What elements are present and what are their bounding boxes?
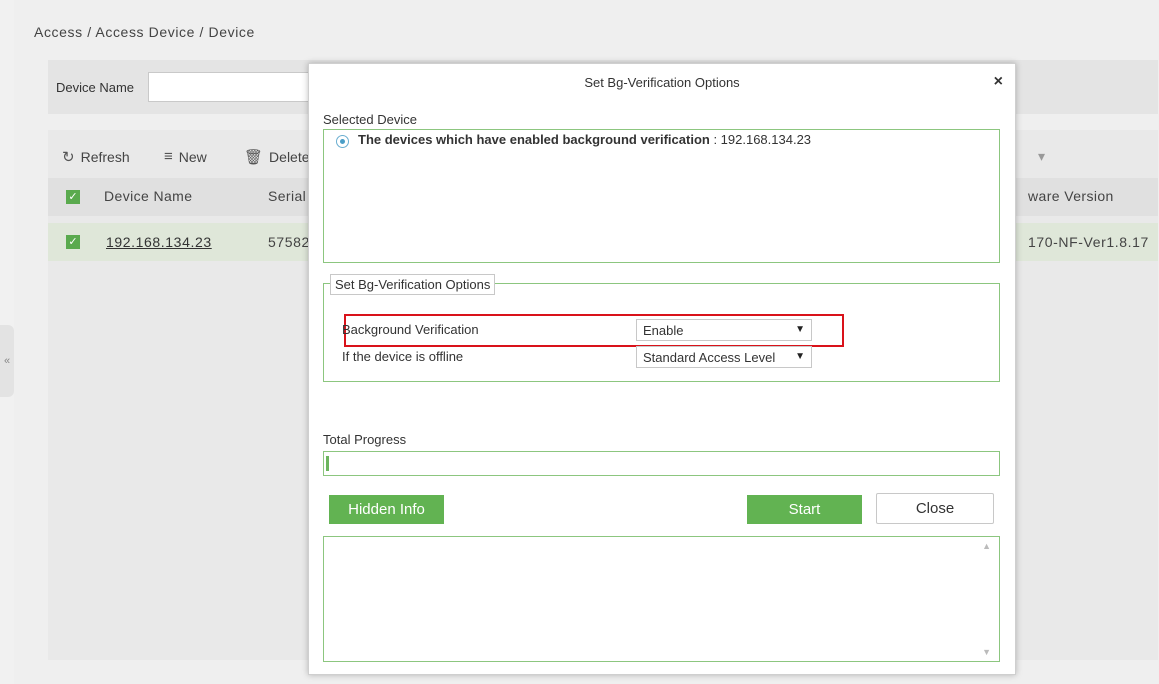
row-checkbox[interactable]: ✓ [66,235,80,249]
hidden-info-button[interactable]: Hidden Info [329,495,444,524]
device-name-search-input[interactable] [148,72,312,102]
background-verification-label: Background Verification [342,322,479,337]
background-verification-select[interactable]: Enable ▼ [636,319,812,341]
scroll-up-icon[interactable]: ▲ [982,541,991,551]
offline-select[interactable]: Standard Access Level ▼ [636,346,812,368]
column-firmware-version[interactable]: ware Version [1028,188,1114,204]
progress-fill [326,456,329,471]
total-progress-label: Total Progress [323,432,407,447]
new-button[interactable]: ≡ New [164,148,207,165]
dialog-title: Set Bg-Verification Options [584,75,740,90]
selected-device-ip: : 192.168.134.23 [709,132,812,147]
start-button[interactable]: Start [747,495,862,524]
selected-device-description: The devices which have enabled backgroun… [358,132,710,147]
select-all-checkbox[interactable]: ✓ [66,190,80,204]
search-label: Device Name [56,80,135,95]
options-fieldset: Set Bg-Verification Options Background V… [323,274,1000,382]
offline-label: If the device is offline [342,349,464,364]
total-progress-bar [323,451,1000,476]
collapse-sidebar-icon[interactable]: « [0,325,14,397]
set-bg-verification-dialog: Set Bg-Verification Options × Selected D… [308,63,1016,675]
breadcrumb: Access / Access Device / Device [34,24,255,40]
radio-selected-icon[interactable] [336,135,349,148]
refresh-label: Refresh [80,149,130,165]
new-label: New [178,148,207,165]
refresh-icon: ↻ [62,149,75,166]
caret-down-icon: ▼ [795,324,805,335]
selected-device-box: The devices which have enabled backgroun… [323,129,1000,263]
device-name-link[interactable]: 192.168.134.23 [106,234,212,250]
delete-label: Delete [269,149,310,165]
trash-icon: 🗑 [244,149,264,166]
offline-value: Standard Access Level [643,350,776,365]
new-icon: ≡ [164,148,173,165]
caret-down-icon: ▼ [795,351,805,362]
column-device-name[interactable]: Device Name [104,188,192,204]
firmware-version-cell: 170-NF-Ver1.8.17 [1028,234,1149,250]
close-icon[interactable]: × [994,73,1003,91]
selected-device-text: The devices which have enabled backgroun… [358,132,811,147]
log-textarea[interactable]: ▲ ▼ [323,536,1000,662]
scroll-down-icon[interactable]: ▼ [982,647,991,657]
background-verification-value: Enable [643,323,684,338]
delete-button[interactable]: 🗑 Delete [244,148,310,166]
refresh-button[interactable]: ↻ Refresh [62,148,130,166]
more-dropdown-icon[interactable]: ▾ [1038,148,1045,165]
options-legend: Set Bg-Verification Options [330,274,496,295]
close-button[interactable]: Close [876,493,994,524]
selected-device-label: Selected Device [323,112,417,127]
